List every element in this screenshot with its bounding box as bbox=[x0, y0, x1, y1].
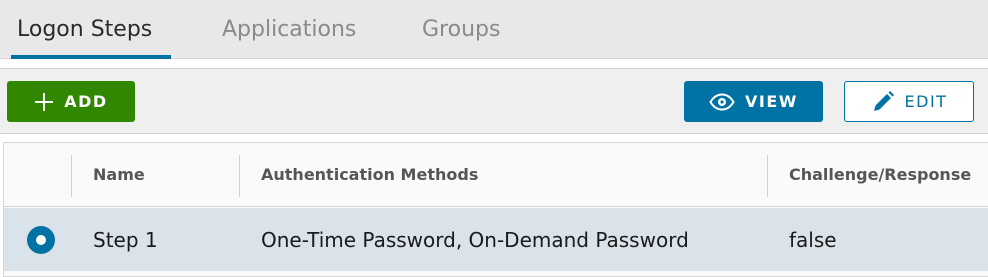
column-separator bbox=[767, 155, 768, 197]
column-separator bbox=[71, 155, 72, 197]
column-separator bbox=[239, 155, 240, 197]
tab-applications[interactable]: Applications bbox=[222, 17, 356, 42]
radio-dot bbox=[36, 235, 46, 245]
radio-selected-icon[interactable] bbox=[27, 226, 55, 254]
cell-name: Step 1 bbox=[93, 228, 158, 252]
cell-challenge-response: false bbox=[789, 228, 837, 252]
logon-steps-table: Name Authentication Methods Challenge/Re… bbox=[3, 142, 988, 277]
cell-authentication-methods: One-Time Password, On-Demand Password bbox=[261, 228, 689, 252]
active-tab-indicator bbox=[11, 55, 171, 59]
edit-button[interactable]: EDIT bbox=[844, 81, 974, 122]
pencil-icon bbox=[871, 90, 895, 114]
column-header-authentication-methods[interactable]: Authentication Methods bbox=[261, 165, 478, 184]
tab-groups[interactable]: Groups bbox=[422, 17, 500, 42]
toolbar: ADD VIEW EDIT bbox=[0, 68, 988, 134]
column-header-challenge-response[interactable]: Challenge/Response bbox=[789, 165, 971, 184]
table-row[interactable]: Step 1 One-Time Password, On-Demand Pass… bbox=[4, 208, 988, 271]
tab-bar: Logon Steps Applications Groups bbox=[0, 0, 988, 59]
add-button[interactable]: ADD bbox=[7, 81, 135, 122]
table-header: Name Authentication Methods Challenge/Re… bbox=[4, 143, 988, 207]
view-button-label: VIEW bbox=[745, 92, 798, 111]
plus-icon bbox=[34, 92, 54, 112]
view-button[interactable]: VIEW bbox=[684, 81, 823, 122]
eye-icon bbox=[709, 92, 735, 111]
edit-button-label: EDIT bbox=[904, 92, 948, 111]
add-button-label: ADD bbox=[64, 92, 108, 111]
column-header-name[interactable]: Name bbox=[93, 165, 145, 184]
tab-logon-steps[interactable]: Logon Steps bbox=[17, 17, 152, 42]
